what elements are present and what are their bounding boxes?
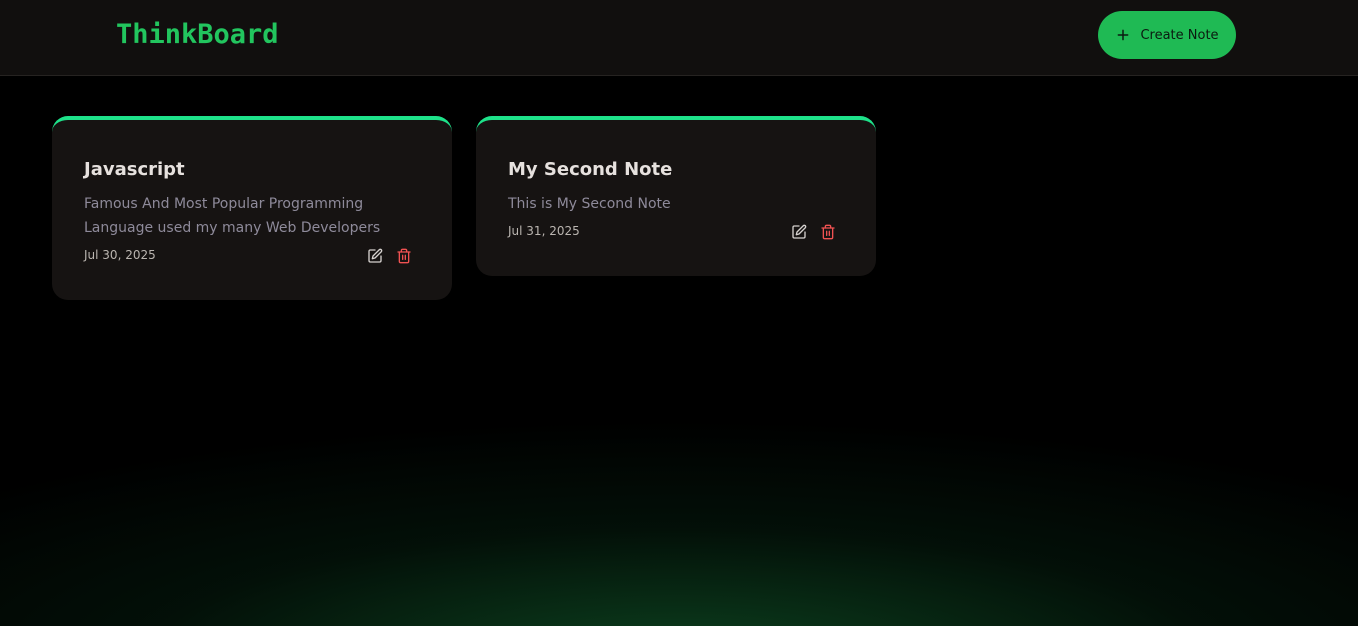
note-card[interactable]: Javascript Famous And Most Popular Progr… (52, 116, 452, 300)
pen-square-icon (792, 224, 807, 239)
create-note-label: Create Note (1140, 27, 1219, 43)
background-glow (0, 0, 1358, 626)
delete-note-button[interactable] (820, 224, 836, 240)
app-logo[interactable]: ThinkBoard (116, 17, 279, 53)
trash-icon (397, 248, 411, 264)
note-actions (367, 248, 412, 264)
note-content: Famous And Most Popular Programming Lang… (84, 196, 381, 236)
edit-note-button[interactable] (791, 224, 807, 240)
note-title: My Second Note (508, 159, 673, 180)
note-actions (791, 224, 836, 240)
note-date: Jul 31, 2025 (508, 224, 580, 238)
note-title: Javascript (84, 159, 185, 180)
plus-icon (1118, 29, 1129, 41)
trash-icon (821, 224, 835, 240)
edit-note-button[interactable] (367, 248, 383, 264)
delete-note-button[interactable] (396, 248, 412, 264)
navbar: ThinkBoard Create Note (0, 0, 1358, 76)
create-note-button[interactable]: Create Note (1098, 11, 1236, 59)
note-content: This is My Second Note (508, 196, 671, 212)
pen-square-icon (368, 248, 383, 263)
note-card[interactable]: My Second Note This is My Second Note Ju… (476, 116, 876, 276)
note-date: Jul 30, 2025 (84, 248, 156, 262)
